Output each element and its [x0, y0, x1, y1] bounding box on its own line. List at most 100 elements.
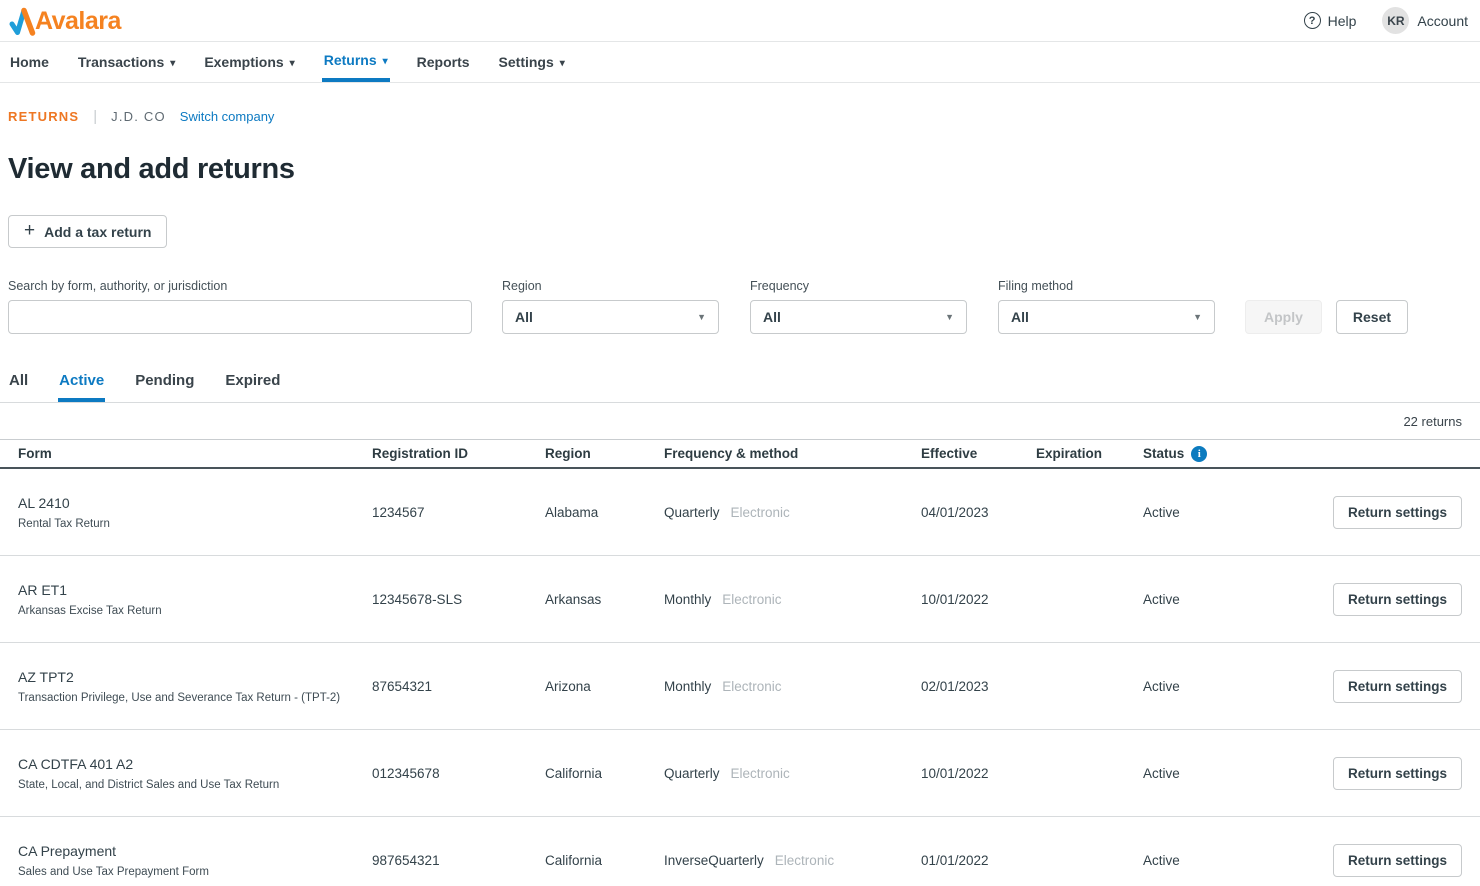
chevron-down-icon: ▾ — [290, 58, 295, 69]
nav-item-reports[interactable]: Reports — [415, 42, 472, 82]
frequency-value: Quarterly — [664, 766, 720, 781]
form-description: Transaction Privilege, Use and Severance… — [18, 692, 352, 704]
column-header-frequency-method: Frequency & method — [664, 446, 921, 461]
status-tabs: All Active Pending Expired — [0, 364, 1480, 403]
action-cell: Return settings — [1340, 844, 1462, 877]
plus-icon: + — [24, 220, 35, 242]
help-menu[interactable]: ? Help — [1304, 12, 1357, 29]
region-filter-group: Region All ▼ — [502, 279, 719, 334]
column-header-expiration: Expiration — [1036, 446, 1143, 461]
column-header-effective: Effective — [921, 446, 1036, 461]
filing-method-filter-group: Filing method All ▼ — [998, 279, 1215, 334]
frequency-value: Monthly — [664, 679, 711, 694]
page-title: View and add returns — [0, 125, 1480, 186]
filing-method-value: Electronic — [722, 592, 781, 607]
form-cell: AR ET1 Arkansas Excise Tax Return — [18, 582, 372, 617]
search-input[interactable] — [8, 300, 472, 334]
caret-down-icon: ▼ — [697, 312, 706, 322]
filing-method-value: Electronic — [775, 853, 834, 868]
return-settings-button[interactable]: Return settings — [1333, 844, 1462, 877]
form-cell: CA Prepayment Sales and Use Tax Prepayme… — [18, 843, 372, 878]
filing-method-select[interactable]: All ▼ — [998, 300, 1215, 334]
add-tax-return-button[interactable]: + Add a tax return — [8, 215, 167, 248]
breadcrumb-separator: | — [93, 108, 97, 125]
table-row: AL 2410 Rental Tax Return 1234567 Alabam… — [0, 469, 1480, 556]
frequency-filter-group: Frequency All ▼ — [750, 279, 967, 334]
tab-active[interactable]: Active — [58, 364, 105, 402]
tab-all[interactable]: All — [8, 364, 29, 402]
form-description: Sales and Use Tax Prepayment Form — [18, 866, 352, 878]
nav-item-transactions[interactable]: Transactions ▾ — [76, 42, 177, 82]
frequency-selected-value: All — [763, 309, 781, 325]
frequency-method-cell: Quarterly Electronic — [664, 766, 921, 781]
effective-date-cell: 01/01/2022 — [921, 853, 1036, 868]
frequency-value: Monthly — [664, 592, 711, 607]
results-count: 22 returns — [1403, 414, 1462, 429]
return-settings-button[interactable]: Return settings — [1333, 670, 1462, 703]
region-cell: California — [545, 853, 664, 868]
frequency-label: Frequency — [750, 279, 967, 293]
filter-bar: Search by form, authority, or jurisdicti… — [0, 279, 1480, 334]
return-settings-button[interactable]: Return settings — [1333, 583, 1462, 616]
info-icon[interactable]: i — [1191, 446, 1207, 462]
main-nav: Home Transactions ▾ Exemptions ▾ Returns… — [0, 42, 1480, 83]
form-name: AR ET1 — [18, 582, 352, 598]
filing-method-value: Electronic — [731, 505, 790, 520]
column-header-registration-id: Registration ID — [372, 446, 545, 461]
table-row: AZ TPT2 Transaction Privilege, Use and S… — [0, 643, 1480, 730]
region-label: Region — [502, 279, 719, 293]
nav-item-exemptions[interactable]: Exemptions ▾ — [202, 42, 296, 82]
registration-id-cell: 12345678-SLS — [372, 592, 545, 607]
avalara-logo-check-icon — [8, 6, 38, 36]
form-name: CA Prepayment — [18, 843, 352, 859]
nav-label: Home — [10, 54, 49, 70]
nav-label: Transactions — [78, 54, 164, 70]
nav-item-home[interactable]: Home — [8, 42, 51, 82]
switch-company-link[interactable]: Switch company — [180, 109, 275, 124]
frequency-method-cell: Monthly Electronic — [664, 592, 921, 607]
form-description: Arkansas Excise Tax Return — [18, 605, 352, 617]
region-cell: Arkansas — [545, 592, 664, 607]
registration-id-cell: 012345678 — [372, 766, 545, 781]
filing-method-label: Filing method — [998, 279, 1215, 293]
filing-method-value: Electronic — [722, 679, 781, 694]
frequency-value: Quarterly — [664, 505, 720, 520]
add-tax-return-label: Add a tax return — [44, 224, 151, 240]
tab-pending[interactable]: Pending — [134, 364, 195, 402]
status-cell: Active — [1143, 853, 1340, 868]
return-settings-button[interactable]: Return settings — [1333, 496, 1462, 529]
nav-item-settings[interactable]: Settings ▾ — [497, 42, 567, 82]
return-settings-button[interactable]: Return settings — [1333, 757, 1462, 790]
search-label: Search by form, authority, or jurisdicti… — [8, 279, 472, 293]
breadcrumb-company: J.D. CO — [111, 109, 166, 124]
form-cell: AL 2410 Rental Tax Return — [18, 495, 372, 530]
chevron-down-icon: ▾ — [560, 58, 565, 69]
frequency-value: InverseQuarterly — [664, 853, 764, 868]
caret-down-icon: ▼ — [945, 312, 954, 322]
effective-date-cell: 02/01/2023 — [921, 679, 1036, 694]
frequency-select[interactable]: All ▼ — [750, 300, 967, 334]
registration-id-cell: 1234567 — [372, 505, 545, 520]
form-description: Rental Tax Return — [18, 518, 352, 530]
search-group: Search by form, authority, or jurisdicti… — [8, 279, 472, 334]
action-cell: Return settings — [1340, 496, 1462, 529]
action-cell: Return settings — [1340, 757, 1462, 790]
nav-item-returns[interactable]: Returns ▾ — [322, 42, 390, 82]
status-cell: Active — [1143, 766, 1340, 781]
reset-button[interactable]: Reset — [1336, 300, 1408, 334]
effective-date-cell: 04/01/2023 — [921, 505, 1036, 520]
form-name: AZ TPT2 — [18, 669, 352, 685]
region-selected-value: All — [515, 309, 533, 325]
tab-expired[interactable]: Expired — [224, 364, 281, 402]
registration-id-cell: 987654321 — [372, 853, 545, 868]
region-select[interactable]: All ▼ — [502, 300, 719, 334]
region-cell: Alabama — [545, 505, 664, 520]
avalara-logo[interactable]: Avalara — [8, 6, 121, 36]
apply-button[interactable]: Apply — [1245, 300, 1322, 334]
column-header-status: Status i — [1143, 446, 1340, 462]
frequency-method-cell: InverseQuarterly Electronic — [664, 853, 921, 868]
chevron-down-icon: ▾ — [170, 58, 175, 69]
nav-label: Reports — [417, 54, 470, 70]
nav-label: Settings — [499, 54, 554, 70]
account-menu[interactable]: KR Account — [1382, 7, 1468, 34]
